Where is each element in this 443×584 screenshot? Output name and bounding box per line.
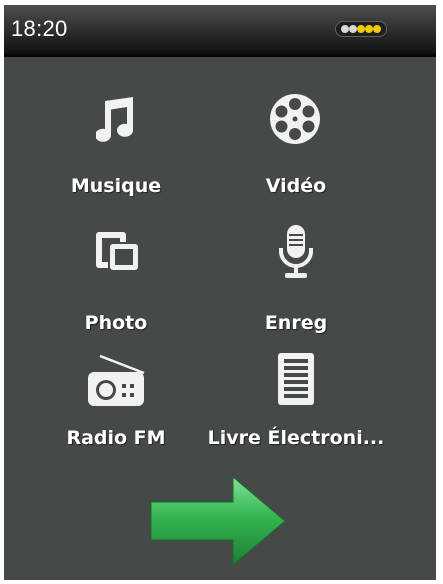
clock: 18:20 xyxy=(11,16,68,41)
menu-item-label: Musique xyxy=(70,175,162,197)
device-screen: 18:20 Musique Vidéo Photo Enreg Radio FM… xyxy=(4,5,436,580)
green-arrow-right-icon[interactable] xyxy=(149,475,289,567)
radio-icon xyxy=(88,355,145,406)
battery-dot xyxy=(349,25,357,33)
battery-dot xyxy=(341,25,349,33)
ebook-document-icon xyxy=(278,353,314,405)
menu-item-label: Enreg xyxy=(264,312,328,334)
battery-dot xyxy=(357,25,365,33)
music-note-icon xyxy=(96,97,134,142)
device-frame: 18:20 Musique Vidéo Photo Enreg Radio FM… xyxy=(0,0,443,584)
photo-frames-icon xyxy=(96,232,140,272)
menu-item-photo[interactable]: Photo xyxy=(16,230,216,334)
menu-item-label: Livre Électroni... xyxy=(207,427,385,449)
menu-item-label: Photo xyxy=(84,312,148,334)
film-reel-icon xyxy=(270,94,320,144)
menu-item-enreg[interactable]: Enreg xyxy=(196,225,396,334)
battery-icon xyxy=(335,21,387,37)
menu-item-musique[interactable]: Musique xyxy=(16,93,216,197)
status-bar: 18:20 xyxy=(4,5,436,57)
menu-item-label: Vidéo xyxy=(265,175,327,197)
menu-item-radio-fm[interactable]: Radio FM xyxy=(16,355,216,455)
menu-item-livre-electronique[interactable]: Livre Électroni... xyxy=(196,353,396,455)
microphone-icon xyxy=(279,225,313,278)
menu-item-video[interactable]: Vidéo xyxy=(196,93,396,197)
battery-dot xyxy=(365,25,373,33)
menu-item-label: Radio FM xyxy=(66,427,166,449)
battery-dot xyxy=(373,25,381,33)
